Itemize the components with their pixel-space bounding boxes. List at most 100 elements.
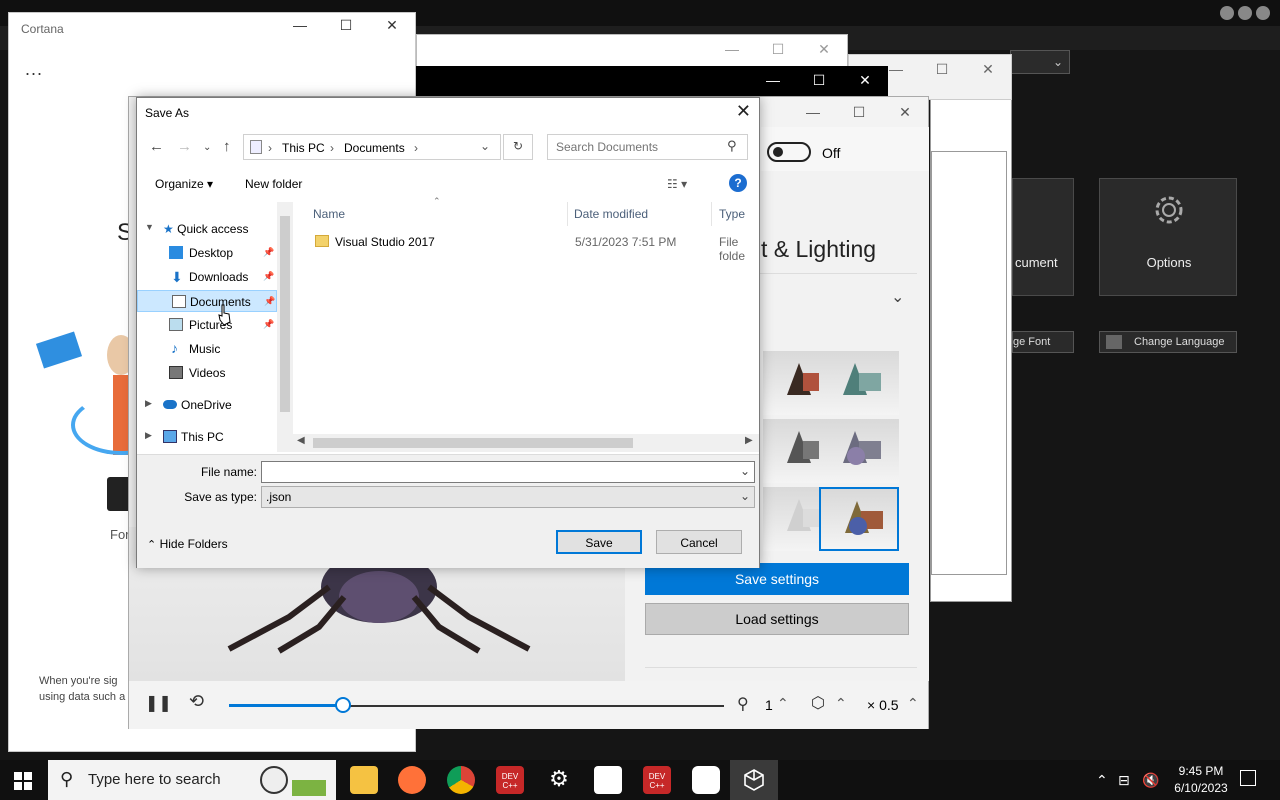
new-folder-button[interactable]: New folder: [245, 177, 302, 191]
chevron-down-icon[interactable]: ⌄: [203, 142, 211, 153]
table-row[interactable]: Visual Studio 2017 5/31/2023 7:51 PM Fil…: [307, 232, 759, 263]
save-button[interactable]: Save: [556, 530, 642, 554]
horizontal-scrollbar[interactable]: ◀ ▶: [293, 434, 759, 452]
view-options-icon[interactable]: ☷ ▾: [667, 177, 687, 191]
nav-videos[interactable]: Videos: [169, 362, 273, 384]
chevron-right-icon[interactable]: ▶: [145, 398, 152, 409]
devcpp-dropdown[interactable]: ⌄: [1010, 50, 1070, 74]
material-swatch-selected[interactable]: [819, 487, 899, 551]
close-icon[interactable]: ✕: [965, 61, 1011, 78]
computer-icon: [250, 140, 262, 154]
taskbar-search[interactable]: ⚲ Type here to search: [48, 760, 336, 800]
load-settings-button[interactable]: Load settings: [645, 603, 909, 635]
chrome-icon[interactable]: [447, 766, 475, 794]
scrollbar-thumb[interactable]: [280, 216, 290, 412]
nav-quick-access[interactable]: ★ Quick access: [163, 218, 275, 240]
chevron-down-icon[interactable]: ⌄: [740, 464, 750, 478]
close-icon[interactable]: ✕: [369, 17, 415, 34]
windows-start-icon[interactable]: [14, 772, 32, 790]
nav-downloads[interactable]: ⬇ Downloads 📌: [169, 266, 274, 288]
minimize-icon[interactable]: [1220, 6, 1234, 20]
chevron-right-icon[interactable]: ▶: [745, 435, 753, 446]
change-font-button[interactable]: ge Font: [1012, 331, 1074, 353]
scrollbar-thumb[interactable]: [313, 438, 633, 448]
chevron-up-icon[interactable]: ⌃: [777, 695, 789, 712]
chevron-down-icon[interactable]: ⌄: [480, 139, 490, 153]
maximize-icon[interactable]: ☐: [796, 72, 842, 89]
maximize-icon[interactable]: ☐: [755, 41, 801, 58]
nav-music[interactable]: ♪ Music: [169, 338, 273, 360]
loop-icon[interactable]: ⟲: [189, 691, 204, 712]
cube-icon[interactable]: ⬡: [811, 693, 825, 713]
search-input[interactable]: [547, 134, 748, 160]
maximize-icon[interactable]: [1238, 6, 1252, 20]
organize-button[interactable]: Organize ▾: [155, 177, 213, 191]
music-icon: ♪: [171, 340, 178, 356]
close-icon[interactable]: ✕: [842, 72, 888, 89]
nav-documents[interactable]: Documents 📌: [137, 290, 277, 312]
forward-icon[interactable]: →: [177, 138, 192, 155]
help-icon[interactable]: ?: [729, 174, 747, 192]
pause-icon[interactable]: ❚❚: [145, 693, 172, 713]
column-name[interactable]: Name: [313, 207, 345, 221]
tile-document[interactable]: cument: [1012, 178, 1074, 296]
clock-time[interactable]: 9:45 PM: [1170, 764, 1232, 778]
material-swatch[interactable]: [819, 351, 899, 415]
chevron-up-icon[interactable]: ⌃: [1096, 772, 1108, 789]
up-icon[interactable]: ↑: [223, 138, 231, 155]
clock-date[interactable]: 6/10/2023: [1166, 781, 1236, 795]
minimize-icon[interactable]: —: [709, 41, 755, 58]
address-bar[interactable]: › This PC › Documents › ⌄: [243, 134, 501, 160]
file-explorer-icon[interactable]: [350, 766, 378, 794]
more-icon[interactable]: ...: [25, 59, 43, 80]
store-icon[interactable]: [594, 766, 622, 794]
nav-onedrive[interactable]: OneDrive: [163, 394, 275, 416]
maximize-icon[interactable]: ☐: [919, 61, 965, 78]
devcpp-icon[interactable]: DEV C++: [496, 766, 524, 794]
chevron-up-icon[interactable]: ⌃: [835, 695, 847, 712]
back-icon[interactable]: ←: [149, 138, 164, 155]
notifications-icon[interactable]: [1240, 770, 1256, 786]
nav-desktop[interactable]: Desktop 📌: [169, 242, 274, 264]
viewer-taskbar-item[interactable]: [730, 760, 778, 800]
minimize-icon[interactable]: —: [277, 17, 323, 34]
close-icon[interactable]: ✕: [801, 41, 847, 58]
maximize-icon[interactable]: ☐: [836, 104, 882, 121]
chevron-down-icon[interactable]: ▼: [145, 222, 154, 232]
minimize-icon[interactable]: —: [790, 104, 836, 121]
volume-muted-icon[interactable]: 🔇: [1142, 772, 1159, 789]
breadcrumb-documents[interactable]: Documents: [344, 141, 405, 155]
firefox-icon[interactable]: [398, 766, 426, 794]
column-date-modified[interactable]: Date modified: [574, 207, 648, 221]
camera-icon[interactable]: [692, 766, 720, 794]
timeline-thumb[interactable]: [334, 697, 351, 713]
close-icon[interactable]: ✕: [736, 101, 751, 122]
maximize-icon[interactable]: ☐: [323, 17, 369, 34]
column-type[interactable]: Type: [719, 207, 745, 221]
grid-toggle[interactable]: [767, 142, 811, 162]
save-type-select[interactable]: .json ⌄: [261, 486, 755, 508]
tile-options[interactable]: Options: [1099, 178, 1237, 296]
chevron-left-icon[interactable]: ◀: [297, 435, 305, 446]
run-icon[interactable]: ⚲: [737, 694, 749, 714]
chevron-right-icon[interactable]: ▶: [145, 430, 152, 441]
refresh-button[interactable]: ↻: [503, 134, 533, 160]
chevron-up-icon[interactable]: ⌃: [907, 695, 919, 712]
devcpp-icon-2[interactable]: DEV C++: [643, 766, 671, 794]
change-language-button[interactable]: Change Language: [1099, 331, 1237, 353]
nav-scrollbar[interactable]: [277, 202, 293, 452]
network-icon[interactable]: ⊟: [1118, 772, 1130, 789]
material-swatch[interactable]: [819, 419, 899, 483]
minimize-icon[interactable]: —: [750, 72, 796, 89]
breadcrumb-this-pc[interactable]: This PC: [282, 141, 325, 155]
settings-gear-icon[interactable]: ⚙: [545, 766, 573, 794]
chevron-down-icon[interactable]: ⌄: [891, 287, 904, 307]
file-name-field[interactable]: ⌄: [261, 461, 755, 483]
cancel-button[interactable]: Cancel: [656, 530, 742, 554]
nav-this-pc[interactable]: This PC: [163, 426, 275, 448]
chevron-down-icon[interactable]: ⌄: [740, 489, 750, 503]
close-icon[interactable]: ✕: [882, 104, 928, 121]
hide-folders-toggle[interactable]: ⌃ Hide Folders: [147, 537, 228, 551]
close-icon[interactable]: [1256, 6, 1270, 20]
document-icon: [172, 295, 186, 308]
